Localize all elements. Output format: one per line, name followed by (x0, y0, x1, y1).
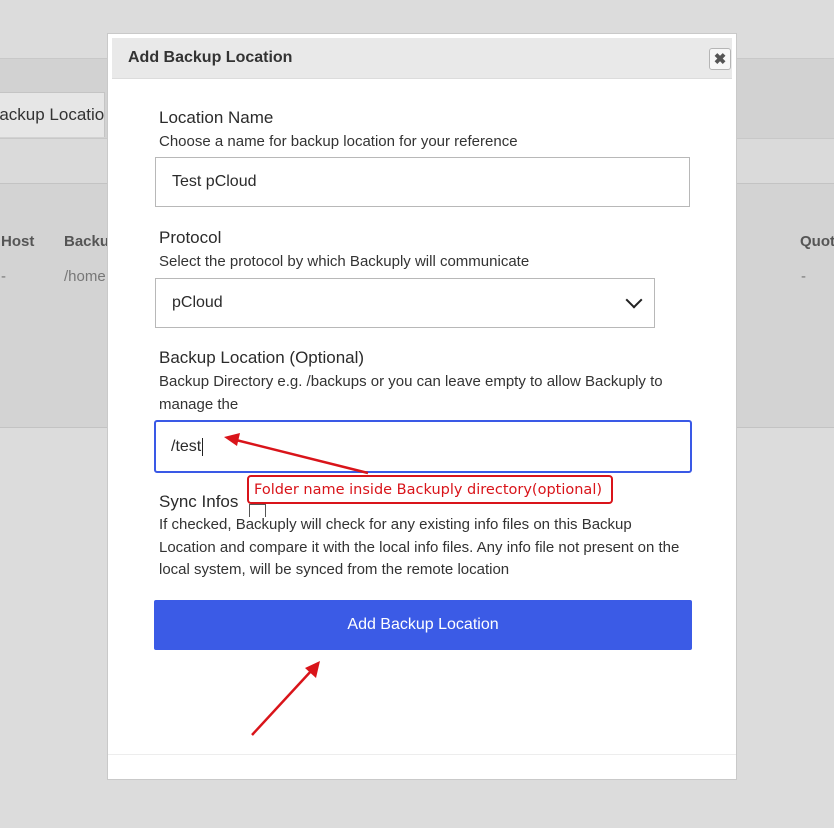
annotation-arrow-to-button (251, 669, 313, 736)
annotation-arrowhead-input (224, 433, 240, 446)
annotation-arrow-to-input (235, 438, 369, 475)
annotation-arrows (224, 433, 369, 736)
